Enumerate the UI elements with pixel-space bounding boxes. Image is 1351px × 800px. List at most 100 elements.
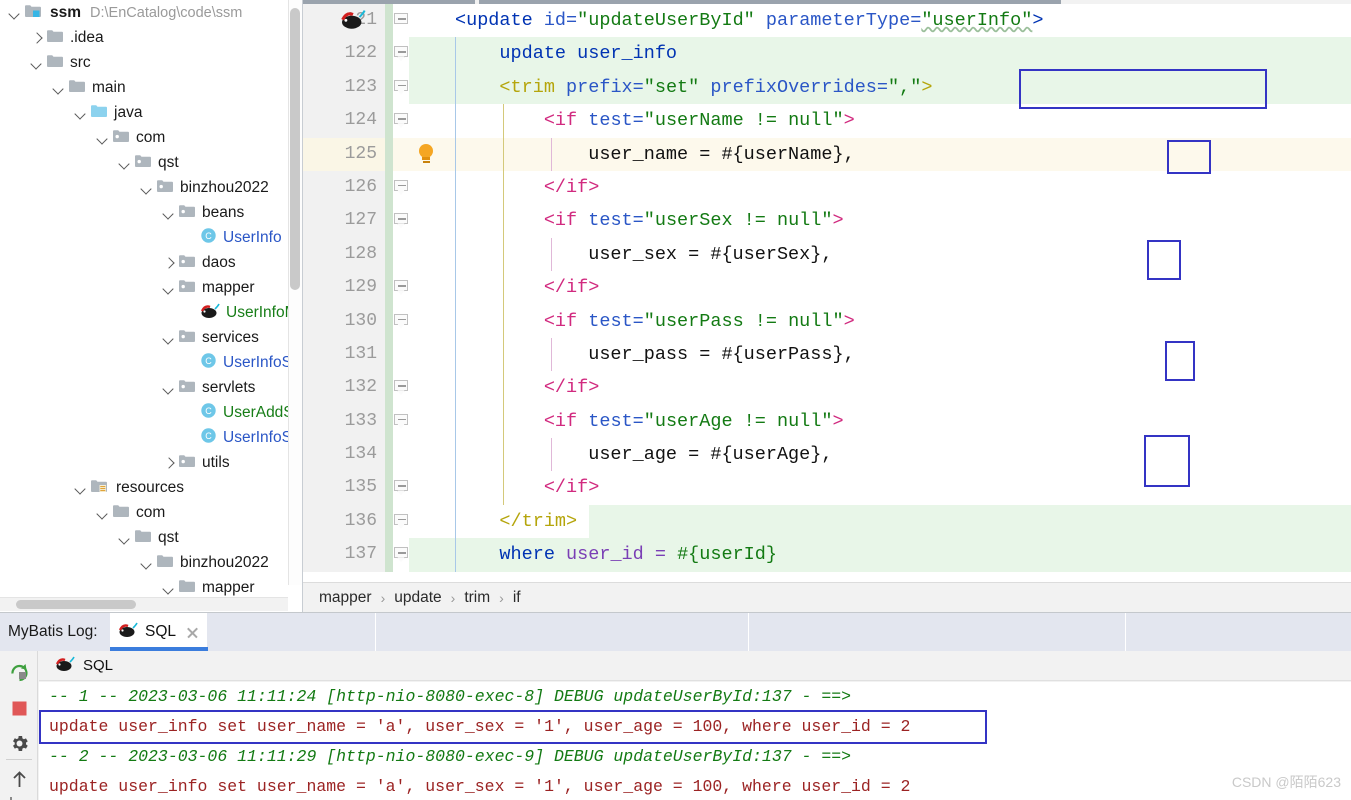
log-sql-line[interactable]: update user_info set user_name = 'a', us… <box>39 712 1351 742</box>
stop-icon[interactable] <box>9 698 30 719</box>
tree-item-userinfos[interactable]: C UserInfoS <box>0 350 302 375</box>
chevron-down-icon[interactable] <box>140 181 153 194</box>
code-fold-marker[interactable] <box>393 513 410 530</box>
code-text[interactable]: <update id="updateUserById" parameterTyp… <box>455 4 1043 37</box>
tree-item-com[interactable]: com <box>0 500 302 525</box>
breadcrumb[interactable]: mapper › update › trim › if <box>303 582 1351 612</box>
tree-item-userinfom[interactable]: UserInfoM <box>0 300 302 325</box>
vcs-change-marker[interactable] <box>385 504 393 539</box>
vcs-change-marker[interactable] <box>385 438 393 472</box>
tree-item-src[interactable]: src <box>0 50 302 75</box>
code-text[interactable]: </if> <box>455 471 600 504</box>
chevron-down-icon[interactable] <box>162 381 175 394</box>
project-tool-window[interactable]: ssm D:\EnCatalog\code\ssm .idea src main java… <box>0 0 302 612</box>
vcs-change-marker[interactable] <box>385 170 393 205</box>
code-text[interactable]: <trim prefix="set" prefixOverrides=","> <box>455 71 932 104</box>
project-tree[interactable]: ssm D:\EnCatalog\code\ssm .idea src main java… <box>0 0 302 600</box>
chevron-down-icon[interactable] <box>30 56 43 69</box>
code-line[interactable]: 121<update id="updateUserById" parameter… <box>303 4 1351 38</box>
code-text[interactable]: <if test="userAge != null"> <box>455 405 844 438</box>
code-text[interactable]: update user_info <box>455 37 677 70</box>
log-meta-line[interactable]: -- 2 -- 2023-03-06 11:11:29 [http-nio-80… <box>39 742 1351 772</box>
chevron-down-icon[interactable] <box>96 506 109 519</box>
code-fold-marker[interactable] <box>393 379 410 396</box>
code-line[interactable]: 126 </if> <box>303 170 1351 205</box>
vcs-change-marker[interactable] <box>385 237 393 272</box>
tree-item-beans[interactable]: beans <box>0 200 302 225</box>
breadcrumb-item[interactable]: trim <box>464 589 490 607</box>
tree-item-mapper[interactable]: mapper <box>0 275 302 300</box>
vcs-change-marker[interactable] <box>385 538 393 572</box>
code-line[interactable]: 136 </trim> <box>303 504 1351 539</box>
chevron-down-icon[interactable] <box>74 106 87 119</box>
settings-gear-icon[interactable] <box>9 733 30 754</box>
chevron-down-icon[interactable] <box>162 331 175 344</box>
tree-item-main[interactable]: main <box>0 75 302 100</box>
code-fold-marker[interactable] <box>393 12 410 29</box>
breadcrumb-item[interactable]: if <box>513 589 521 607</box>
intention-bulb-icon[interactable] <box>417 143 435 166</box>
code-text[interactable]: </if> <box>455 371 600 404</box>
chevron-down-icon[interactable] <box>96 131 109 144</box>
code-fold-marker[interactable] <box>393 313 410 330</box>
code-fold-marker[interactable] <box>393 179 410 196</box>
tree-item--idea[interactable]: .idea <box>0 25 302 50</box>
chevron-down-icon[interactable] <box>118 531 131 544</box>
vcs-change-marker[interactable] <box>385 70 393 105</box>
log-output[interactable]: -- 1 -- 2023-03-06 11:11:24 [http-nio-80… <box>39 682 1351 800</box>
vcs-change-marker[interactable] <box>385 304 393 338</box>
code-text[interactable]: <if test="userName != null"> <box>455 104 855 137</box>
code-fold-marker[interactable] <box>393 546 410 563</box>
code-line[interactable]: 128 user_sex = #{userSex}, <box>303 237 1351 272</box>
vcs-change-marker[interactable] <box>385 204 393 238</box>
vcs-change-marker[interactable] <box>385 104 393 138</box>
vcs-change-marker[interactable] <box>385 271 393 305</box>
code-line[interactable]: 123 <trim prefix="set" prefixOverrides="… <box>303 70 1351 105</box>
code-text[interactable]: <if test="userPass != null"> <box>455 305 855 338</box>
vcs-change-marker[interactable] <box>385 371 393 405</box>
code-line[interactable]: 132 </if> <box>303 371 1351 405</box>
mybatis-icon[interactable] <box>340 8 366 35</box>
vcs-change-marker[interactable] <box>385 404 393 439</box>
chevron-right-icon[interactable] <box>30 31 43 44</box>
code-line[interactable]: 134 user_age = #{userAge}, <box>303 438 1351 472</box>
code-text[interactable]: user_name = #{userName}, <box>455 138 854 171</box>
breadcrumb-item[interactable]: mapper <box>319 589 372 607</box>
code-lines[interactable]: 121<update id="updateUserById" parameter… <box>303 4 1351 582</box>
chevron-down-icon[interactable] <box>162 281 175 294</box>
code-text[interactable]: where user_id = #{userId} <box>455 538 777 571</box>
code-line[interactable]: 135 </if> <box>303 471 1351 505</box>
chevron-down-icon[interactable] <box>74 481 87 494</box>
chevron-down-icon[interactable] <box>162 206 175 219</box>
log-sql-line[interactable]: update user_info set user_name = 'a', us… <box>39 772 1351 800</box>
scroll-up-icon[interactable] <box>9 769 30 790</box>
code-line[interactable]: 133 <if test="userAge != null"> <box>303 404 1351 439</box>
chevron-down-icon[interactable] <box>162 581 175 594</box>
sidebar-horizontal-scrollbar-thumb[interactable] <box>16 600 136 609</box>
code-line[interactable]: 127 <if test="userSex != null"> <box>303 204 1351 238</box>
code-line[interactable]: 131 user_pass = #{userPass}, <box>303 337 1351 372</box>
code-fold-marker[interactable] <box>393 45 410 62</box>
code-text[interactable]: user_sex = #{userSex}, <box>455 238 832 271</box>
chevron-right-icon[interactable] <box>162 256 175 269</box>
tree-item-useradds[interactable]: C UserAddS <box>0 400 302 425</box>
code-text[interactable]: user_age = #{userAge}, <box>455 438 832 471</box>
tree-item-userinfo[interactable]: C UserInfo <box>0 225 302 250</box>
vcs-change-marker[interactable] <box>385 37 393 71</box>
chevron-right-icon[interactable] <box>162 456 175 469</box>
code-line[interactable]: 130 <if test="userPass != null"> <box>303 304 1351 338</box>
tree-item-daos[interactable]: daos <box>0 250 302 275</box>
tree-item-com[interactable]: com <box>0 125 302 150</box>
tree-item-java[interactable]: java <box>0 100 302 125</box>
code-text[interactable]: </if> <box>455 271 600 304</box>
vcs-change-marker[interactable] <box>385 137 393 171</box>
tree-item-qst[interactable]: qst <box>0 525 302 550</box>
rerun-icon[interactable] <box>9 661 30 682</box>
tree-item-servlets[interactable]: servlets <box>0 375 302 400</box>
tree-item-ssm[interactable]: ssm D:\EnCatalog\code\ssm <box>0 0 302 25</box>
tab-sql[interactable]: SQL <box>110 613 208 651</box>
code-line[interactable]: 137 where user_id = #{userId} <box>303 538 1351 572</box>
code-line[interactable]: 125 user_name = #{userName}, <box>303 137 1351 171</box>
log-meta-line[interactable]: -- 1 -- 2023-03-06 11:11:24 [http-nio-80… <box>39 682 1351 712</box>
tree-item-qst[interactable]: qst <box>0 150 302 175</box>
